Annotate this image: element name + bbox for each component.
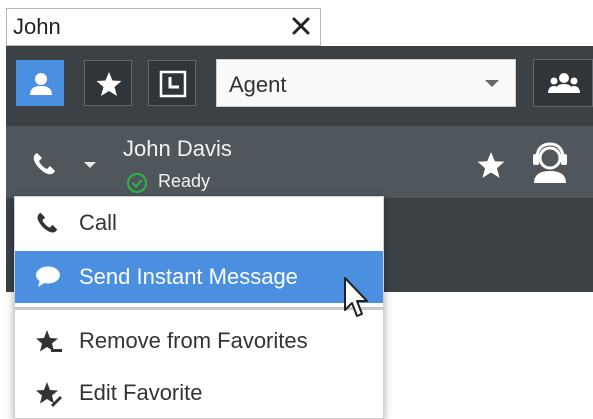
ready-status-icon <box>127 173 147 193</box>
clock-icon <box>159 70 187 98</box>
menu-item-call[interactable]: Call <box>15 197 383 249</box>
contact-status: Ready <box>158 171 211 191</box>
edit-favorite-icon <box>36 382 62 407</box>
menu-item-remove-from-favorites[interactable]: Remove from Favorites <box>15 315 383 367</box>
phone-icon <box>37 212 58 233</box>
contact-action-menu: Call Send Instant Message Remove from Fa… <box>14 196 384 419</box>
agent-headset-icon <box>533 142 567 183</box>
remove-favorite-icon <box>36 330 62 352</box>
search-field[interactable] <box>6 8 321 46</box>
menu-item-label: Edit Favorite <box>79 380 203 405</box>
star-icon <box>96 72 122 96</box>
menu-divider <box>15 307 383 310</box>
group-icon <box>548 73 580 93</box>
dropdown-value: Agent <box>229 72 287 97</box>
favorite-star-icon[interactable] <box>476 150 506 180</box>
clear-icon[interactable] <box>290 15 312 37</box>
search-input[interactable] <box>7 9 283 45</box>
person-icon <box>30 73 52 95</box>
menu-item-label: Call <box>79 210 117 235</box>
phone-icon[interactable] <box>31 151 57 177</box>
directory-toolbar: Agent <box>6 46 593 126</box>
menu-item-send-instant-message[interactable]: Send Instant Message <box>15 251 383 303</box>
agent-filter-button[interactable] <box>16 60 64 106</box>
mouse-cursor-icon <box>344 277 368 317</box>
team-view-button[interactable] <box>533 59 593 107</box>
menu-item-label: Send Instant Message <box>79 264 298 289</box>
favorites-filter-button[interactable] <box>84 60 132 106</box>
chevron-down-icon[interactable] <box>84 162 96 168</box>
chat-bubble-icon <box>36 266 60 287</box>
chevron-down-icon <box>485 80 499 87</box>
recent-filter-button[interactable] <box>148 60 196 106</box>
contact-type-dropdown[interactable]: Agent <box>216 59 516 107</box>
menu-item-label: Remove from Favorites <box>79 328 308 353</box>
contact-row[interactable]: John Davis Ready <box>6 126 593 198</box>
menu-item-edit-favorite[interactable]: Edit Favorite <box>15 367 383 419</box>
contact-name: John Davis <box>123 136 232 161</box>
